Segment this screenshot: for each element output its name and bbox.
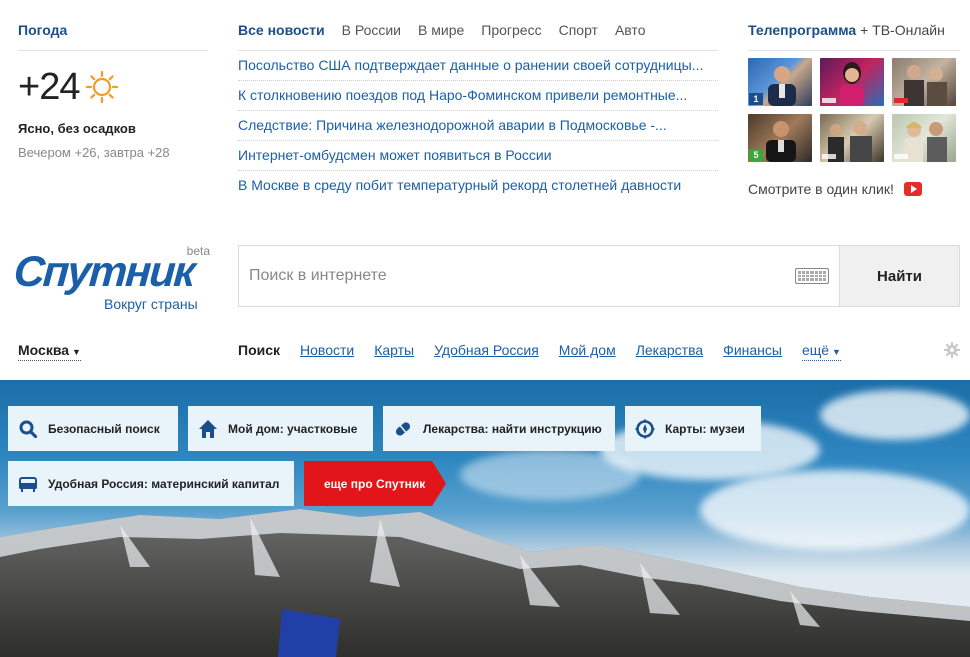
promo-label: Удобная Россия: материнский капитал: [48, 476, 280, 491]
nav-finance[interactable]: Финансы: [723, 342, 782, 361]
more-about-sputnik-label: еще про Спутник: [324, 476, 426, 491]
tv-online-link[interactable]: + ТВ-Онлайн: [860, 22, 945, 38]
compass-icon: [635, 419, 655, 438]
promo-convenient-russia[interactable]: Удобная Россия: материнский капитал: [8, 461, 294, 506]
tv-title: Телепрограмма + ТВ-Онлайн: [748, 20, 960, 40]
news-item[interactable]: К столкновению поездов под Наро-Фоминско…: [238, 81, 718, 111]
tv-thumbnail[interactable]: 1: [748, 58, 812, 106]
home-icon: [199, 419, 217, 438]
logo-tagline: Вокруг страны: [104, 296, 198, 312]
gear-icon[interactable]: [944, 342, 960, 358]
chevron-down-icon: ▼: [832, 347, 841, 357]
tab-russia[interactable]: В России: [342, 22, 401, 38]
nav-more-label: ещё: [801, 342, 830, 358]
search-button[interactable]: Найти: [839, 246, 959, 306]
cloud: [820, 390, 970, 440]
tab-auto[interactable]: Авто: [615, 22, 646, 38]
tv-program-link[interactable]: Телепрограмма: [748, 22, 856, 38]
search-icon: [19, 420, 38, 438]
tv-watch-link[interactable]: Смотрите в один клик!: [748, 181, 960, 197]
pill-icon: [395, 421, 411, 436]
news-tabs: Все новости В России В мире Прогресс Спо…: [238, 20, 718, 40]
news-widget: Все новости В России В мире Прогресс Спо…: [238, 20, 718, 201]
news-list: Посольство США подтверждает данные о ран…: [238, 51, 718, 201]
keyboard-icon[interactable]: [795, 268, 829, 284]
tv-thumbnail[interactable]: [820, 58, 884, 106]
promo-label: Мой дом: участковые: [228, 421, 358, 436]
tab-world[interactable]: В мире: [418, 22, 464, 38]
nav-maps[interactable]: Карты: [374, 342, 414, 361]
nav-medicines[interactable]: Лекарства: [636, 342, 703, 361]
nav-search[interactable]: Поиск: [238, 342, 280, 361]
nav-more[interactable]: ещё ▼: [801, 342, 841, 361]
weather-title-link[interactable]: Погода: [18, 22, 67, 38]
nav-my-home[interactable]: Мой дом: [559, 342, 616, 361]
chevron-down-icon: ▼: [72, 347, 81, 357]
channel-five-logo: 5: [749, 149, 763, 161]
promo-label: Лекарства: найти инструкцию: [423, 421, 602, 436]
promo-label: Безопасный поиск: [48, 421, 160, 436]
tv-thumbnail[interactable]: [892, 58, 956, 106]
search-input[interactable]: [239, 246, 795, 306]
services-nav: Поиск Новости Карты Удобная Россия Мой д…: [238, 342, 841, 361]
logo-wordmark: Спутник: [12, 248, 196, 296]
tv-thumbnail[interactable]: [820, 114, 884, 162]
divider: [18, 50, 208, 51]
tab-sport[interactable]: Спорт: [559, 22, 598, 38]
tv-widget: Телепрограмма + ТВ-Онлайн 1 5 Смотрите в…: [748, 20, 960, 197]
promo-label: Карты: музеи: [665, 421, 745, 436]
mountains-image: [0, 509, 970, 657]
weather-temperature: +24: [18, 65, 80, 108]
divider: [748, 50, 960, 51]
news-item[interactable]: Интернет-омбудсмен может появиться в Рос…: [238, 141, 718, 171]
search-form: Найти: [238, 245, 960, 307]
weather-current: +24: [18, 65, 208, 108]
promo-maps[interactable]: Карты: музеи: [625, 406, 761, 451]
sun-icon: [86, 70, 119, 104]
weather-description: Ясно, без осадков: [18, 121, 136, 136]
news-item[interactable]: В Москве в среду побит температурный рек…: [238, 171, 718, 201]
sofa-icon: [19, 476, 37, 492]
city-selector[interactable]: Москва ▼: [18, 342, 81, 361]
channel-one-logo: 1: [749, 93, 763, 105]
promo-medicines[interactable]: Лекарства: найти инструкцию: [383, 406, 615, 451]
city-name: Москва: [18, 342, 70, 358]
promo-safe-search[interactable]: Безопасный поиск: [8, 406, 178, 451]
weather-widget: Погода +24 Ясно, без осадков Вечером +26…: [18, 20, 208, 160]
nav-convenient-russia[interactable]: Удобная Россия: [434, 342, 539, 361]
youtube-icon: [903, 182, 922, 196]
weather-forecast: Вечером +26, завтра +28: [18, 145, 170, 160]
tv-thumbnails: 1 5: [748, 58, 960, 162]
tv-watch-text: Смотрите в один клик!: [748, 181, 894, 197]
sputnik-logo[interactable]: beta Спутник Вокруг страны: [12, 244, 214, 312]
more-about-sputnik-button[interactable]: еще про Спутник: [304, 461, 446, 506]
tab-progress[interactable]: Прогресс: [481, 22, 541, 38]
news-item[interactable]: Следствие: Причина железнодорожной авари…: [238, 111, 718, 141]
news-item[interactable]: Посольство США подтверждает данные о ран…: [238, 51, 718, 81]
tv-thumbnail[interactable]: [892, 114, 956, 162]
nav-news[interactable]: Новости: [300, 342, 354, 361]
tv-thumbnail[interactable]: 5: [748, 114, 812, 162]
cloud: [460, 450, 640, 500]
tab-all-news[interactable]: Все новости: [238, 22, 325, 38]
promo-my-home[interactable]: Мой дом: участковые: [188, 406, 373, 451]
